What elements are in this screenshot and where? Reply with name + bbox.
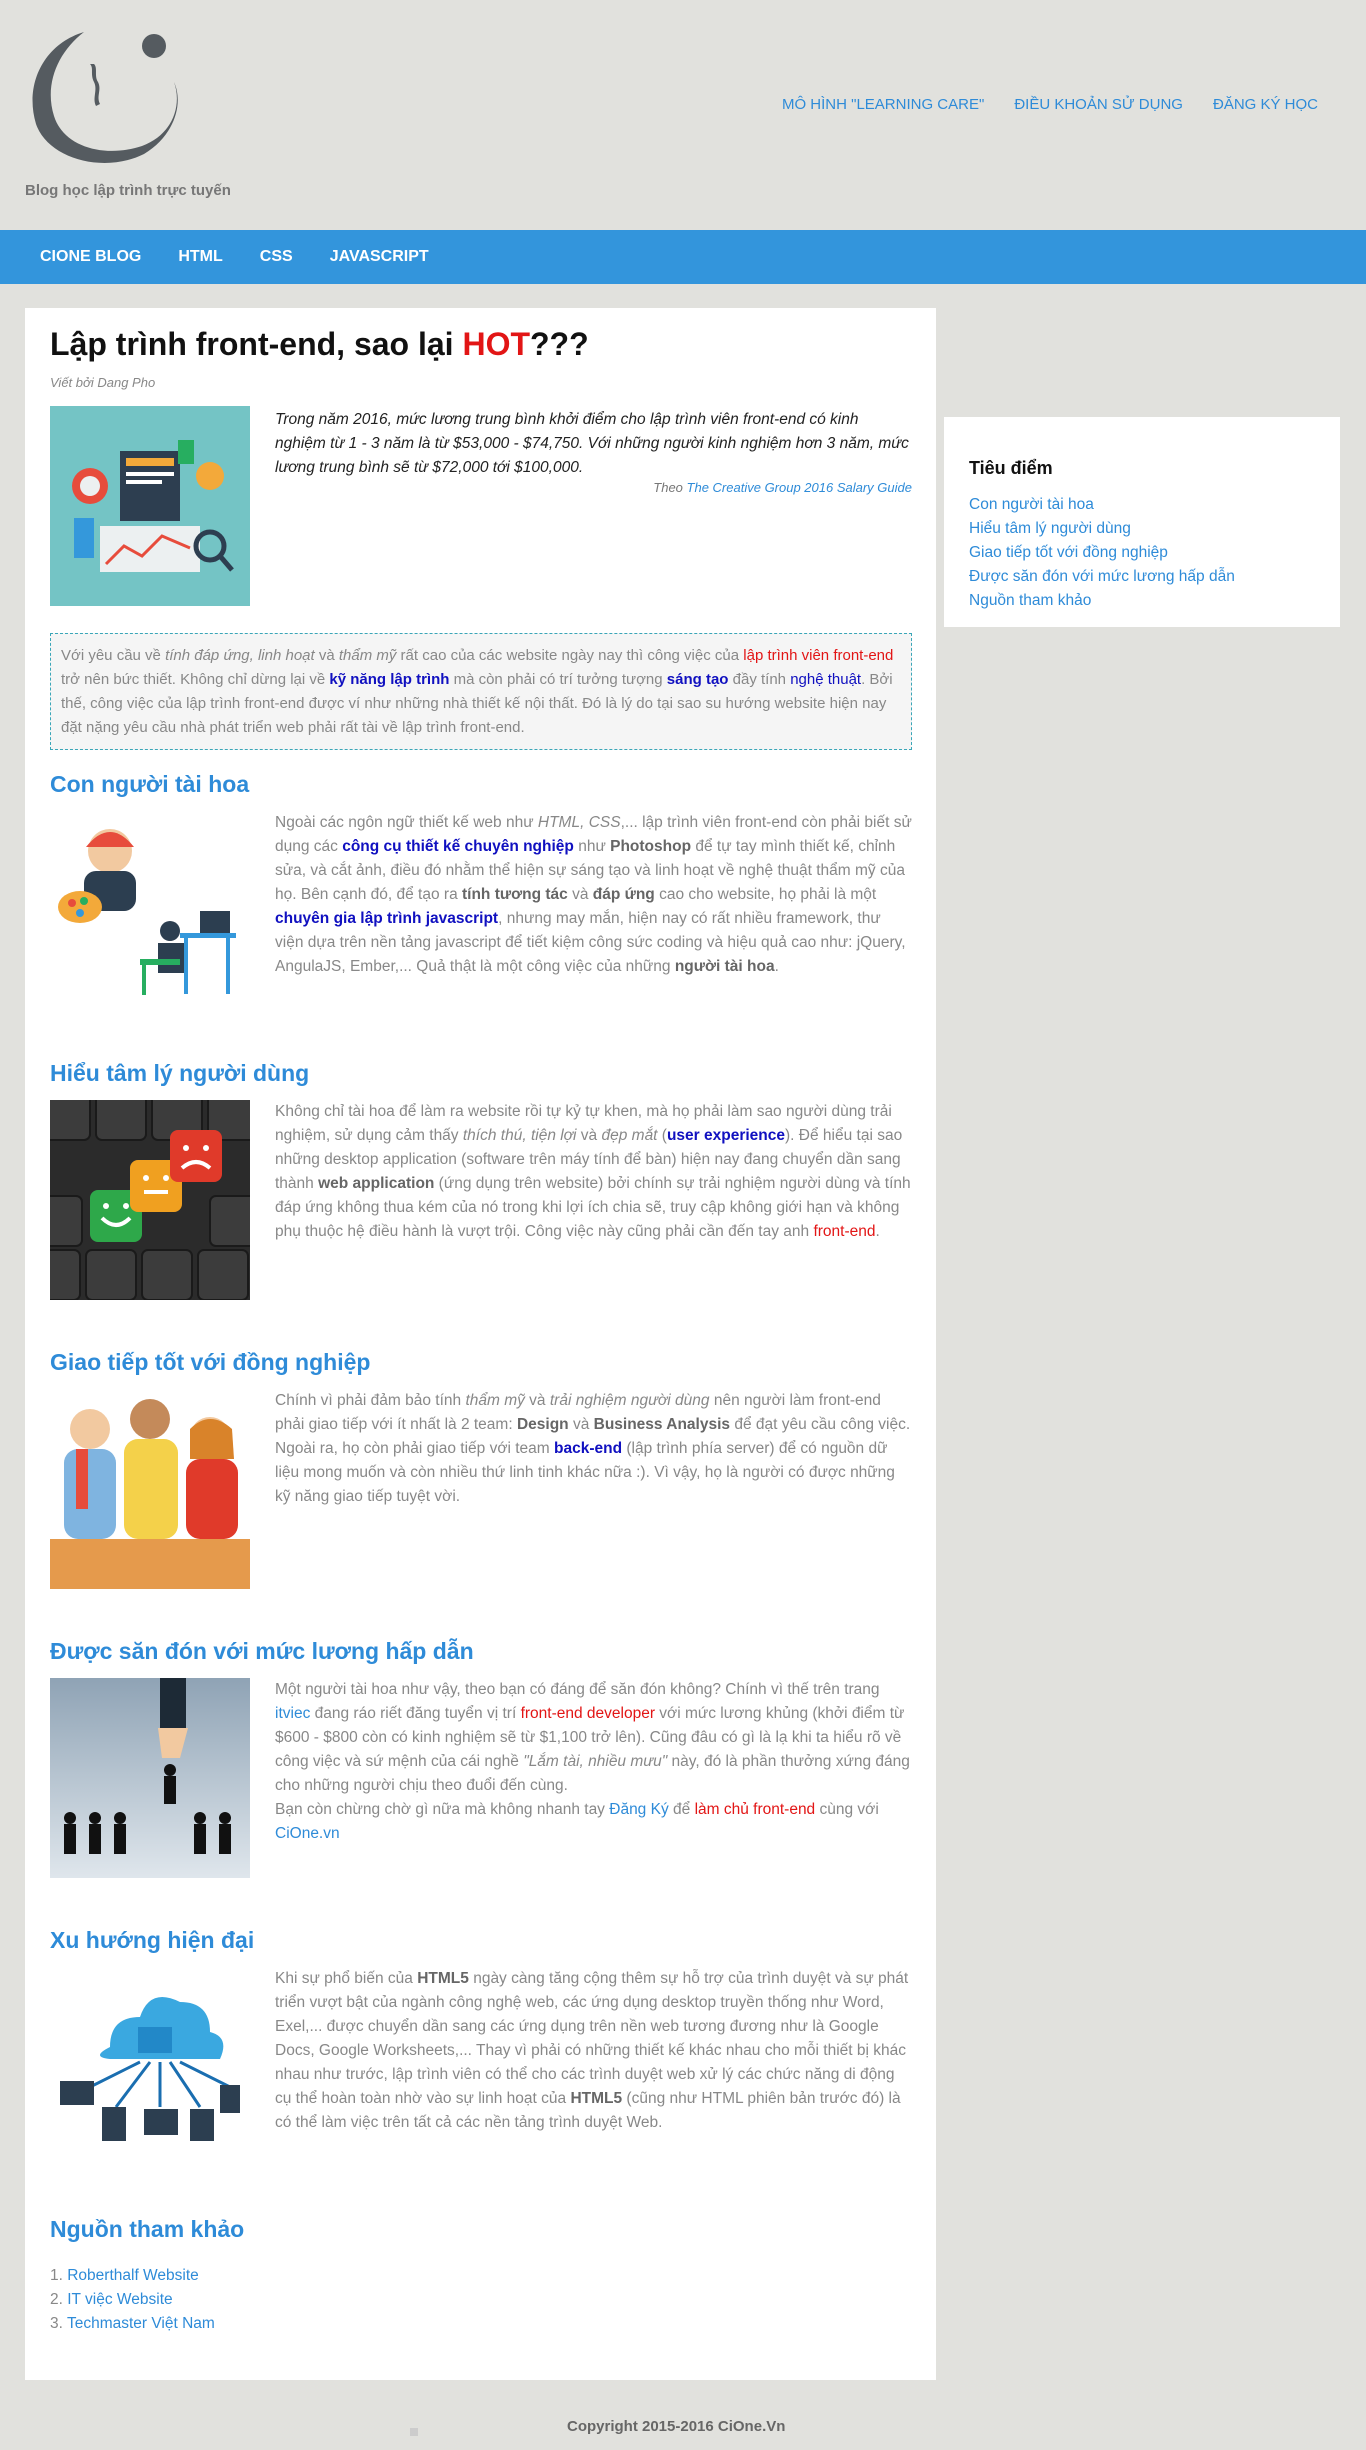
- intro-source: Theo The Creative Group 2016 Salary Guid…: [653, 480, 912, 495]
- sidebar-item-salary[interactable]: Được săn đón với mức lương hấp dẫn: [969, 565, 1315, 589]
- link-front-end[interactable]: front-end: [813, 1223, 875, 1240]
- reference-list: 1. Roberthalf Website 2. IT việc Website…: [50, 2264, 912, 2336]
- section-text: Không chỉ tài hoa để làm ra website rồi …: [275, 1103, 911, 1240]
- section-communication: Giao tiếp tốt với đồng nghiệp Chính vì p…: [50, 1349, 912, 1589]
- list-item: 3. Techmaster Việt Nam: [50, 2315, 215, 2332]
- section-trend: Xu hướng hiện đại Khi sự phổ biến của HT…: [50, 1927, 912, 2167]
- section-ux: Hiểu tâm lý người dùng Không chỉ tài hoa…: [50, 1060, 912, 1300]
- footer-marker-icon: [410, 2428, 418, 2436]
- link-cione[interactable]: CiOne.vn: [275, 1825, 340, 1842]
- list-item: 1. Roberthalf Website: [50, 2267, 199, 2284]
- cione-logo[interactable]: [24, 24, 184, 174]
- nav-css[interactable]: CSS: [260, 248, 293, 266]
- link-user-experience[interactable]: user experience: [667, 1127, 785, 1144]
- callout-link-frontend[interactable]: lập trình viên front-end: [743, 647, 893, 664]
- sidebar-item-ux[interactable]: Hiểu tâm lý người dùng: [969, 517, 1315, 541]
- title-hot: HOT: [462, 326, 530, 362]
- nav-javascript[interactable]: JAVASCRIPT: [330, 248, 429, 266]
- top-link-learning-care[interactable]: MÔ HÌNH "LEARNING CARE": [782, 96, 984, 113]
- top-link-terms[interactable]: ĐIỀU KHOẢN SỬ DỤNG: [1014, 96, 1183, 113]
- section-text: Chính vì phải đảm bảo tính thẩm mỹ và tr…: [275, 1392, 911, 1505]
- site-header: Blog học lập trình trực tuyến MÔ HÌNH "L…: [0, 0, 1366, 230]
- designer-illustration: [50, 811, 250, 1011]
- link-front-end-developer[interactable]: front-end developer: [521, 1705, 655, 1722]
- logo-caption: Blog học lập trình trực tuyến: [25, 182, 231, 199]
- article-byline: Viết bởi Dang Pho: [50, 375, 156, 390]
- callout-link-art[interactable]: nghệ thuật: [790, 671, 861, 688]
- link-itviec[interactable]: itviec: [275, 1705, 310, 1722]
- section-title: Nguồn tham khảo: [50, 2216, 245, 2242]
- intro-callout: Với yêu cầu về tính đáp ứng, linh hoạt v…: [50, 633, 912, 750]
- ref-link-techmaster[interactable]: Techmaster Việt Nam: [67, 2315, 215, 2332]
- top-link-register[interactable]: ĐĂNG KÝ HỌC: [1213, 96, 1318, 113]
- section-text: Một người tài hoa như vậy, theo bạn có đ…: [275, 1681, 910, 1842]
- main-navigation: CIONE BLOG HTML CSS JAVASCRIPT: [0, 230, 1366, 284]
- section-references: Nguồn tham khảo 1. Roberthalf Website 2.…: [50, 2216, 912, 2336]
- colleagues-illustration: [50, 1389, 250, 1589]
- section-title: Giao tiếp tốt với đồng nghiệp: [50, 1349, 371, 1375]
- cloud-devices-illustration: [50, 1967, 250, 2167]
- copyright: Copyright 2015-2016 CiOne.Vn: [567, 2418, 786, 2435]
- salary-guide-link[interactable]: The Creative Group 2016 Salary Guide: [687, 480, 912, 495]
- hiring-hand-image: [50, 1678, 250, 1878]
- site-footer: Copyright 2015-2016 CiOne.Vn: [0, 2408, 1366, 2450]
- link-back-end[interactable]: back-end: [554, 1440, 622, 1457]
- nav-html[interactable]: HTML: [178, 248, 222, 266]
- section-text: Ngoài các ngôn ngữ thiết kế web như HTML…: [275, 814, 912, 975]
- sidebar-item-talented[interactable]: Con người tài hoa: [969, 493, 1315, 517]
- intro-quote: Trong năm 2016, mức lương trung bình khở…: [275, 411, 909, 476]
- callout-link-creative[interactable]: sáng tạo: [667, 671, 729, 688]
- section-title: Được săn đón với mức lương hấp dẫn: [50, 1638, 474, 1664]
- list-item: 2. IT việc Website: [50, 2291, 173, 2308]
- sidebar-highlights: Tiêu điểm Con người tài hoa Hiểu tâm lý …: [944, 417, 1340, 627]
- ref-link-roberthalf[interactable]: Roberthalf Website: [67, 2267, 199, 2284]
- sidebar-item-references[interactable]: Nguồn tham khảo: [969, 589, 1315, 613]
- link-js-expert[interactable]: chuyên gia lập trình javascript: [275, 910, 498, 927]
- section-title: Xu hướng hiện đại: [50, 1927, 255, 1953]
- ref-link-itviec[interactable]: IT việc Website: [67, 2291, 172, 2308]
- section-salary: Được săn đón với mức lương hấp dẫn Một n…: [50, 1638, 912, 1878]
- section-text: Khi sự phổ biến của HTML5 ngày càng tăng…: [275, 1970, 909, 2131]
- sidebar-title: Tiêu điểm: [969, 458, 1053, 478]
- section-talented: Con người tài hoa Ngoài các ngôn ngữ thi…: [50, 771, 912, 1011]
- callout-link-skills[interactable]: kỹ năng lập trình: [329, 671, 449, 688]
- article-title: Lập trình front-end, sao lại HOT???: [50, 326, 589, 362]
- nav-cione-blog[interactable]: CIONE BLOG: [40, 248, 141, 266]
- link-master-front-end[interactable]: làm chủ front-end: [695, 1801, 816, 1818]
- article: Lập trình front-end, sao lại HOT??? Viết…: [25, 308, 936, 2380]
- sidebar-item-communication[interactable]: Giao tiếp tốt với đồng nghiệp: [969, 541, 1315, 565]
- top-navigation: MÔ HÌNH "LEARNING CARE" ĐIỀU KHOẢN SỬ DỤ…: [782, 96, 1318, 113]
- link-design-tools[interactable]: công cụ thiết kế chuyên nghiệp: [342, 838, 574, 855]
- intro-illustration: [50, 406, 250, 606]
- keyboard-emoji-image: [50, 1100, 250, 1300]
- link-register[interactable]: Đăng Ký: [609, 1801, 668, 1818]
- section-title: Con người tài hoa: [50, 771, 250, 797]
- section-title: Hiểu tâm lý người dùng: [50, 1060, 310, 1086]
